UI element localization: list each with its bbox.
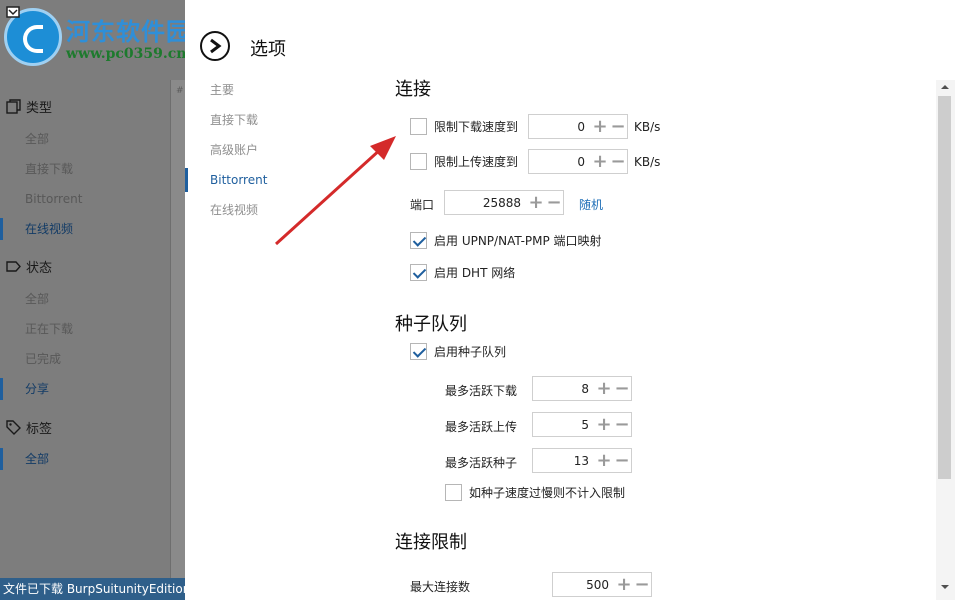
max-downloads-stepper[interactable]: 8 + − <box>532 376 632 401</box>
minus-icon[interactable]: − <box>613 449 631 472</box>
sidebar-item-direct-download[interactable]: 直接下载 <box>0 158 185 180</box>
limit-download-label: 限制下载速度到 <box>434 120 519 134</box>
limit-upload-unit: KB/s <box>634 155 661 169</box>
minus-icon[interactable]: − <box>613 377 631 400</box>
back-button[interactable] <box>200 31 230 61</box>
background-app: # 河东软件园 www.pc0359.cn 类型 全部 直接下载 Bittorr… <box>0 0 190 600</box>
limit-download-stepper[interactable]: 0 + − <box>528 114 628 139</box>
sidebar-item-online-video[interactable]: 在线视频 <box>0 218 185 240</box>
plus-icon[interactable]: + <box>595 413 613 436</box>
plus-icon[interactable]: + <box>595 449 613 472</box>
chevron-right-icon <box>210 38 222 54</box>
limit-download-value[interactable]: 0 <box>529 120 591 134</box>
scroll-down-arrow-icon[interactable] <box>938 580 952 594</box>
sidebar-item-all[interactable]: 全部 <box>0 128 185 150</box>
nav-item-direct-download[interactable]: 直接下载 <box>185 108 375 132</box>
slow-ignore-label: 如种子速度过慢则不计入限制 <box>469 486 626 500</box>
limit-download-unit: KB/s <box>634 120 661 134</box>
limit-upload-value[interactable]: 0 <box>529 155 591 169</box>
limit-download-checkbox-row[interactable]: 限制下载速度到 <box>410 118 518 135</box>
nav-item-general[interactable]: 主要 <box>185 78 375 102</box>
limit-upload-checkbox[interactable] <box>410 153 427 170</box>
copy-icon <box>6 98 21 114</box>
max-connections-stepper[interactable]: 500 + − <box>552 572 652 597</box>
plus-icon[interactable]: + <box>615 573 633 596</box>
slow-ignore-checkbox-row[interactable]: 如种子速度过慢则不计入限制 <box>445 484 625 501</box>
status-bar: 文件已下载 BurpSuitunityEdition <box>0 578 185 600</box>
port-label: 端口 <box>410 198 435 212</box>
plus-icon[interactable]: + <box>591 115 609 138</box>
max-downloads-label: 最多活跃下载 <box>445 384 518 398</box>
sidebar-group-labels[interactable]: 标签 <box>6 417 52 437</box>
scroll-up-arrow-icon[interactable] <box>938 80 952 94</box>
limit-upload-stepper[interactable]: 0 + − <box>528 149 628 174</box>
sidebar-item-completed[interactable]: 已完成 <box>0 348 185 370</box>
section-queue-heading: 种子队列 <box>395 314 467 335</box>
minus-icon[interactable]: − <box>609 115 627 138</box>
max-connections-label: 最大连接数 <box>410 580 471 594</box>
plus-icon[interactable]: + <box>527 191 545 214</box>
max-torrents-value[interactable]: 13 <box>533 454 595 468</box>
scrollbar-thumb[interactable] <box>938 96 951 479</box>
limit-download-checkbox[interactable] <box>410 118 427 135</box>
dht-label: 启用 DHT 网络 <box>434 266 516 280</box>
limit-upload-checkbox-row[interactable]: 限制上传速度到 <box>410 153 518 170</box>
minus-icon[interactable]: − <box>545 191 563 214</box>
max-downloads-value[interactable]: 8 <box>533 382 595 396</box>
sidebar-item-downloading[interactable]: 正在下载 <box>0 318 185 340</box>
tag-outline-icon <box>6 260 21 272</box>
upnp-label: 启用 UPNP/NAT-PMP 端口映射 <box>434 234 602 248</box>
max-torrents-label: 最多活跃种子 <box>445 456 518 470</box>
limit-upload-label: 限制上传速度到 <box>434 155 519 169</box>
annotation-arrow-icon <box>274 136 396 246</box>
watermark-title: 河东软件园 <box>66 17 191 46</box>
dht-checkbox-row[interactable]: 启用 DHT 网络 <box>410 264 515 281</box>
section-connection-heading: 连接 <box>395 79 431 100</box>
max-uploads-stepper[interactable]: 5 + − <box>532 412 632 437</box>
max-torrents-stepper[interactable]: 13 + − <box>532 448 632 473</box>
port-stepper[interactable]: 25888 + − <box>444 190 564 215</box>
plus-icon[interactable]: + <box>595 377 613 400</box>
dialog-title: 选项 <box>250 39 286 60</box>
enable-queue-checkbox-row[interactable]: 启用种子队列 <box>410 343 506 360</box>
max-uploads-label: 最多活跃上传 <box>445 420 518 434</box>
max-connections-value[interactable]: 500 <box>553 578 615 592</box>
random-port-link[interactable]: 随机 <box>579 196 603 213</box>
port-value[interactable]: 25888 <box>445 196 527 210</box>
sidebar-item-labels-all[interactable]: 全部 <box>0 448 185 470</box>
options-dialog: 选项 主要 直接下载 高级账户 Bittorrent 在线视频 <box>185 0 955 600</box>
upnp-checkbox[interactable] <box>410 232 427 249</box>
label-icon <box>6 419 21 435</box>
section-conn-limits-heading: 连接限制 <box>395 532 467 553</box>
plus-icon[interactable]: + <box>591 150 609 173</box>
upnp-checkbox-row[interactable]: 启用 UPNP/NAT-PMP 端口映射 <box>410 232 602 249</box>
sidebar-group-status[interactable]: 状态 <box>6 256 52 276</box>
slow-ignore-checkbox[interactable] <box>445 484 462 501</box>
sidebar-item-sharing[interactable]: 分享 <box>0 378 185 400</box>
enable-queue-checkbox[interactable] <box>410 343 427 360</box>
max-uploads-value[interactable]: 5 <box>533 418 595 432</box>
sidebar-item-bittorrent[interactable]: Bittorrent <box>0 188 185 210</box>
enable-queue-label: 启用种子队列 <box>434 345 507 359</box>
minus-icon[interactable]: − <box>633 573 651 596</box>
dht-checkbox[interactable] <box>410 264 427 281</box>
sidebar-item-status-all[interactable]: 全部 <box>0 288 185 310</box>
watermark-url: www.pc0359.cn <box>66 46 187 62</box>
minus-icon[interactable]: − <box>609 150 627 173</box>
sidebar-group-type[interactable]: 类型 <box>6 96 52 116</box>
minus-icon[interactable]: − <box>613 413 631 436</box>
app-icon <box>6 6 20 18</box>
